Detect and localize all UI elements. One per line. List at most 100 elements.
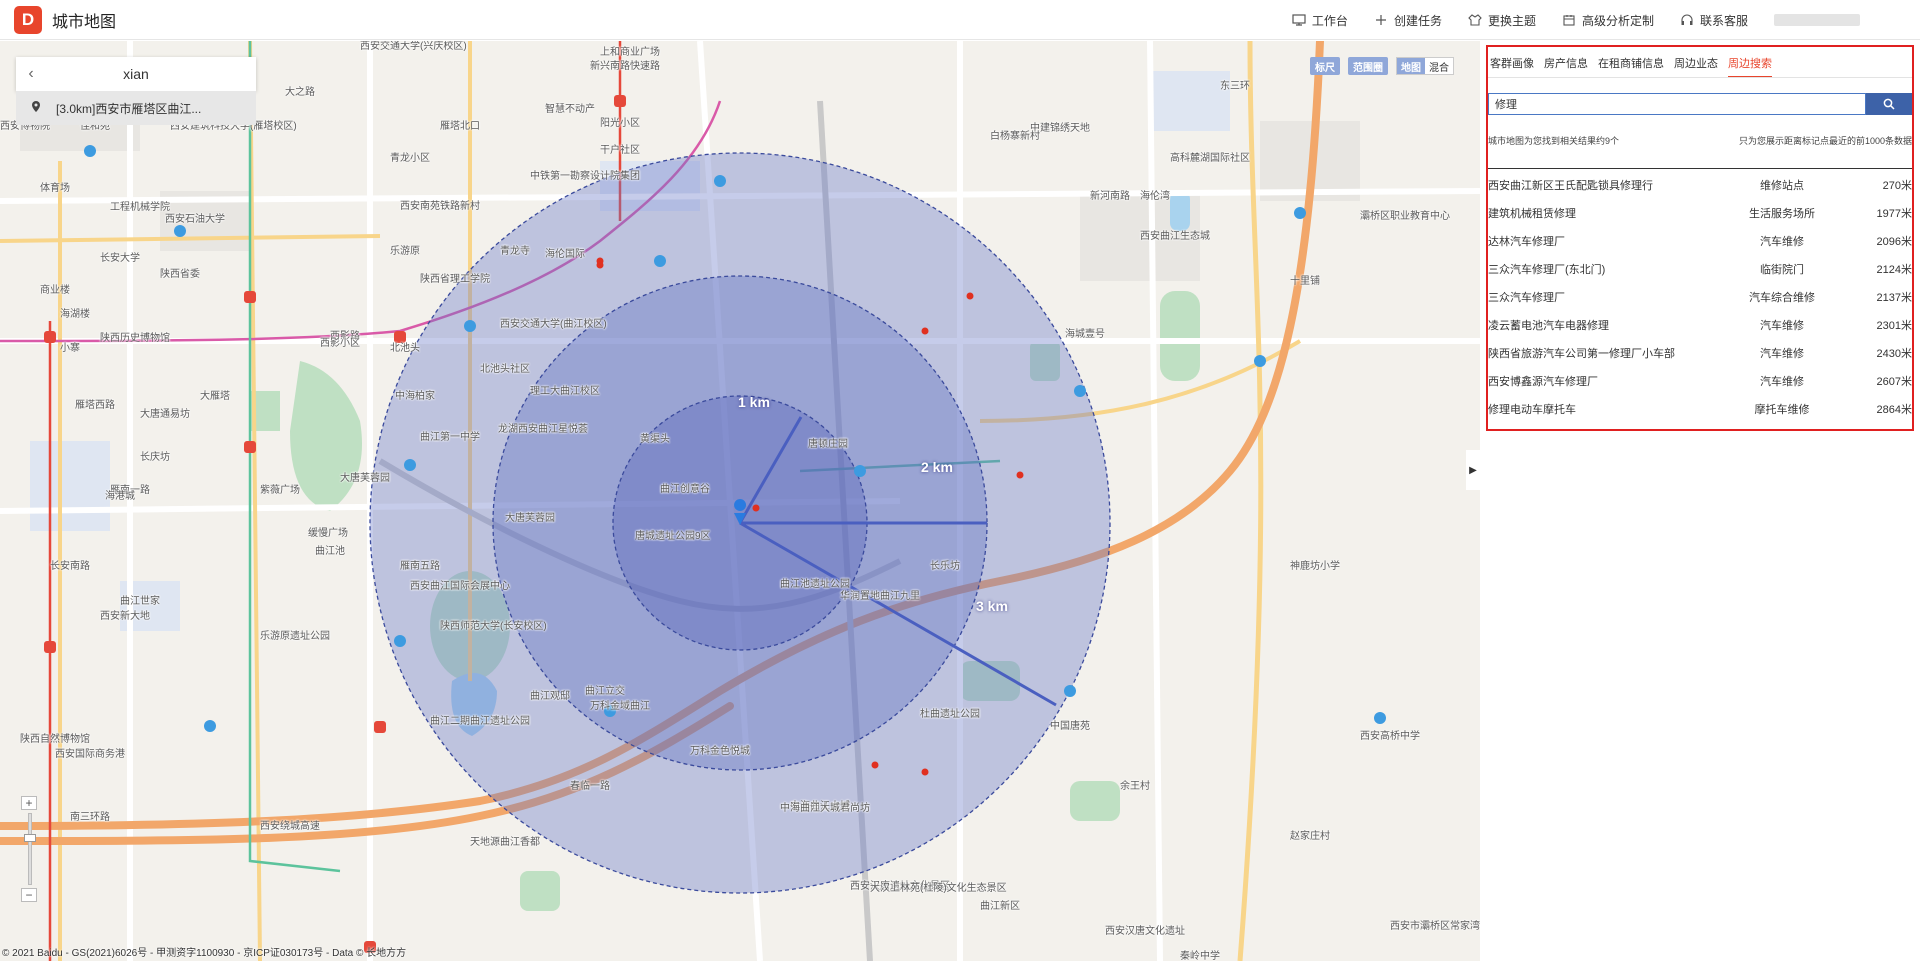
result-distance: 2864米 [1876,404,1912,416]
nav-contact-support-label: 联系客服 [1699,13,1748,28]
result-type: 汽车维修 [1760,236,1804,248]
back-icon[interactable]: ‹ [16,65,46,83]
result-name: 三众汽车修理厂 [1488,292,1565,304]
map-place-label: 西安石油大学 [165,214,225,225]
result-row[interactable]: 陕西省旅游汽车公司第一修理厂小车部 汽车维修 2430米 [1488,339,1912,367]
map-place-label: 春临一路 [570,781,610,792]
nearby-search-bar [1488,93,1912,115]
nav-create-task[interactable]: 创建任务 [1374,12,1442,29]
zoom-in-button[interactable]: + [21,796,37,810]
result-distance: 2124米 [1876,264,1912,276]
map-place-label: 紫薇广场 [260,485,300,496]
map-place-label: 雁塔西路 [75,400,115,411]
map-place-label: 干户社区 [600,145,640,156]
map-place-label: 曲江新区 [980,901,1020,912]
map-place-label: 阳光小区 [600,118,640,129]
nav-contact-support[interactable]: 联系客服 [1680,12,1748,29]
ruler-button[interactable]: 标尺 [1310,57,1340,75]
result-name: 西安博鑫源汽车修理厂 [1488,376,1598,388]
nav-workbench[interactable]: 工作台 [1292,12,1348,29]
map-search-suggestion[interactable]: [3.0km]西安市雁塔区曲江... [16,91,256,125]
map-place-label: 曲江第一中学 [420,432,480,443]
map-toolbar: 标尺 范围圈 地图 混合 [1310,57,1454,75]
nav-advanced-analysis-label: 高级分析定制 [1581,13,1654,28]
tab-nearby-business[interactable]: 周边业态 [1674,55,1718,78]
result-row[interactable]: 西安博鑫源汽车修理厂 汽车维修 2607米 [1488,367,1912,395]
search-button[interactable] [1866,93,1912,115]
tab-customer-profile[interactable]: 客群画像 [1490,55,1534,78]
headset-icon [1681,14,1693,25]
result-distance: 2430米 [1876,348,1912,360]
zoom-slider[interactable] [24,813,36,885]
monitor-icon [1292,14,1306,26]
map-place-label: 曲江观邸 [530,691,570,702]
map-place-label: 西安交通大学(兴庆校区) [360,41,467,52]
map-place-label: 万科金色悦城 [690,746,750,757]
map-place-label: 西安新大地 [100,611,150,622]
result-row[interactable]: 修理电动车摩托车 摩托车维修 2864米 [1488,395,1912,423]
calendar-icon [1563,15,1575,26]
map-search-value[interactable]: xian [46,66,256,82]
tab-rental-shops[interactable]: 在租商铺信息 [1598,55,1664,78]
results-divider [1488,168,1912,169]
tab-nearby-search[interactable]: 周边搜索 [1728,55,1772,78]
result-name: 建筑机械租赁修理 [1488,208,1576,220]
map-place-label: 西影小区 [320,338,360,349]
result-name: 修理电动车摩托车 [1488,404,1576,416]
result-row[interactable]: 三众汽车修理厂(东北门) 临街院门 2124米 [1488,255,1912,283]
map-canvas[interactable]: 西安交通大学(兴庆校区)上和商业广场新兴南路快速路大之路建东街智慧不动产阳光小区… [0,41,1480,961]
map-place-label: 长庆坊 [140,452,170,463]
map-place-label: 白杨寨新村 [990,131,1040,142]
map-place-label: 曲江创意谷 [660,484,710,495]
map-search-box[interactable]: ‹ xian [16,57,256,91]
tab-property-info[interactable]: 房产信息 [1544,55,1588,78]
tabs-divider [1488,77,1912,78]
map-place-label: 乐游原 [390,246,420,257]
result-row[interactable]: 建筑机械租赁修理 生活服务场所 1977米 [1488,199,1912,227]
panel-collapse-toggle[interactable]: ▶ [1466,450,1480,490]
map-place-label: 神鹿坊小学 [1290,561,1340,572]
map-type-hybrid[interactable]: 混合 [1425,58,1453,74]
map-place-label: 杜曲遗址公园 [920,709,980,720]
app-logo[interactable]: D [14,5,42,34]
result-name: 陕西省旅游汽车公司第一修理厂小车部 [1488,348,1675,360]
map-place-label: 西安南苑铁路新村 [400,201,480,212]
map-place-label: 东三环 [1220,81,1250,92]
nav-change-theme[interactable]: 更换主题 [1468,12,1536,29]
map-place-label: 西安市灞桥区常家湾小学 [1390,921,1480,932]
map-place-label: 西安曲江国际会展中心 [410,581,510,592]
shirt-icon [1468,14,1482,26]
zoom-slider-thumb[interactable] [24,834,36,842]
result-type: 汽车维修 [1760,348,1804,360]
results-list: 西安曲江新区王氏配匙锁具修理行 维修站点 270米 建筑机械租赁修理 生活服务场所 197… [1488,171,1912,423]
result-type: 临街院门 [1760,264,1804,276]
map-place-label: 唐顿庄园 [808,439,848,450]
caret-right-icon: ▶ [1469,464,1477,476]
map-place-label: 龙湖西安曲江星悦荟 [498,424,588,435]
map-place-label: 中铁第一勘察设计院集团 [530,171,640,182]
nearby-search-input[interactable] [1488,93,1866,115]
map-type-map[interactable]: 地图 [1397,58,1425,74]
map-place-label: 商业楼 [40,285,70,296]
result-row[interactable]: 三众汽车修理厂 汽车综合维修 2137米 [1488,283,1912,311]
map-place-label: 天地源曲江香都 [470,837,540,848]
map-place-label: 陕西历史博物馆 [100,333,170,344]
map-place-label: 工程机械学院 [110,202,170,213]
location-pin-icon [16,100,56,116]
nav-advanced-analysis[interactable]: 高级分析定制 [1562,12,1654,29]
result-row[interactable]: 凌云蓄电池汽车电器修理 汽车维修 2301米 [1488,311,1912,339]
result-meta: 城市地图为您找到相关结果约9个 只为您展示距离标记点最近的前1000条数据 [1488,134,1912,147]
map-base-layer [0,41,1480,961]
map-place-label: 理工大曲江校区 [530,386,600,397]
user-name[interactable] [1774,14,1860,26]
map-place-label: 乐游原遗址公园 [260,631,330,642]
range-circle-button[interactable]: 范围圈 [1348,57,1388,75]
result-row[interactable]: 达林汽车修理厂 汽车维修 2096米 [1488,227,1912,255]
result-row[interactable]: 西安曲江新区王氏配匙锁具修理行 维修站点 270米 [1488,171,1912,199]
map-place-label: 大雁塔 [200,391,230,402]
map-place-label: 陕西省委 [160,269,200,280]
zoom-out-button[interactable]: − [21,888,37,902]
result-distance: 270米 [1882,180,1912,192]
result-name: 三众汽车修理厂(东北门) [1488,264,1606,276]
map-place-label: 曲江二期曲江遗址公园 [430,716,530,727]
